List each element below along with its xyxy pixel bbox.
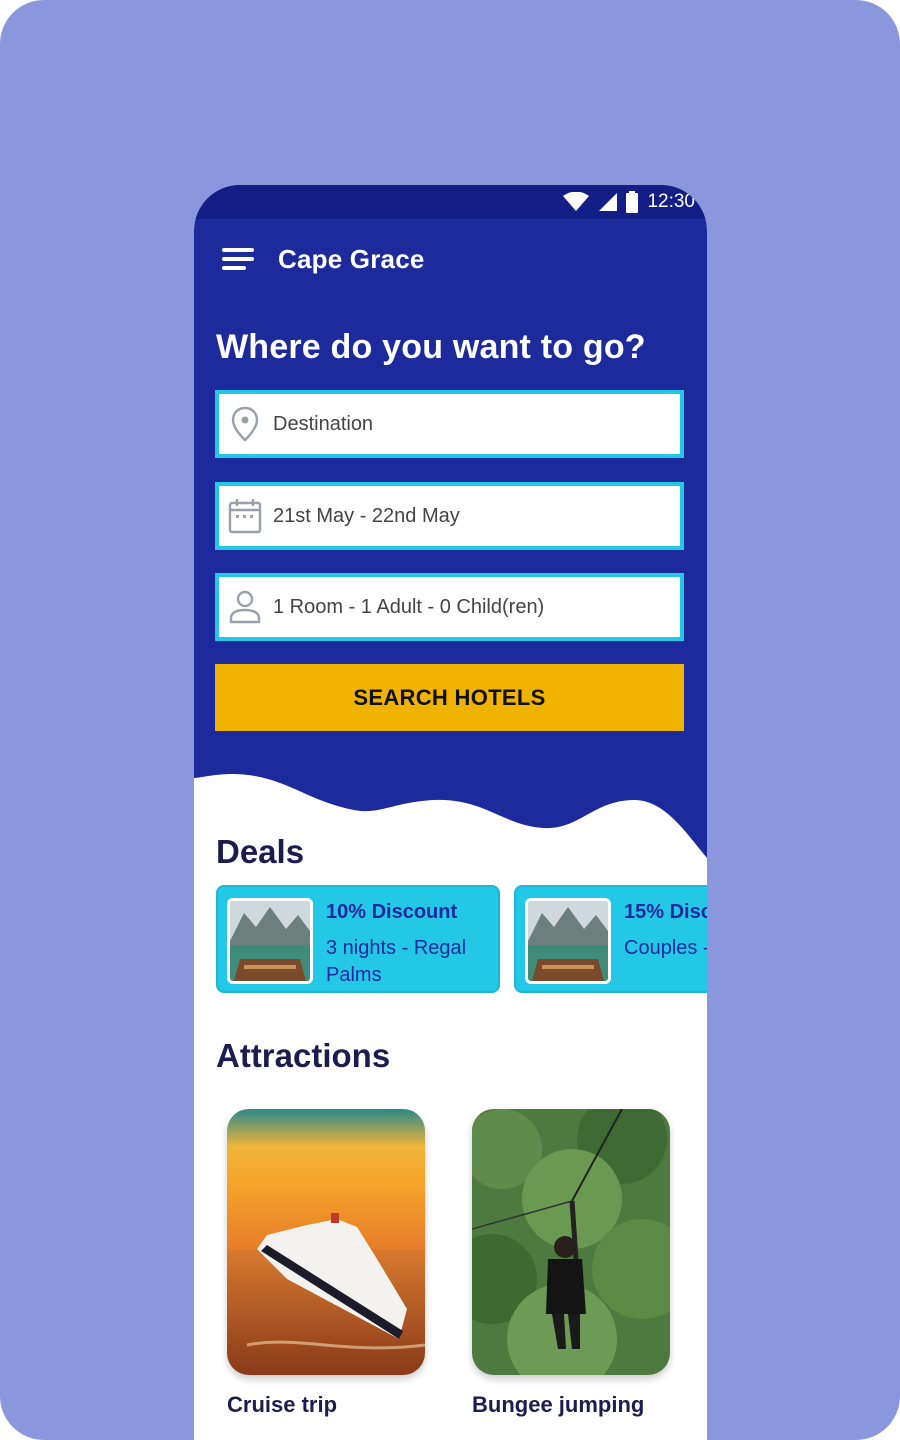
status-time: 12:30	[647, 191, 695, 212]
wifi-icon	[563, 192, 590, 211]
deal-subtitle: 3 nights - Regal Palms	[326, 937, 467, 986]
deal-subtitle: Couples - Scenic	[624, 937, 707, 959]
attraction-label-bungee: Bungee jumping	[472, 1392, 645, 1417]
search-hero: 12:30 Cape Grace Where do you want to go…	[194, 185, 707, 865]
battery-icon	[626, 191, 639, 213]
hamburger-menu-icon[interactable]	[222, 245, 256, 273]
phone-screen: 12:30 Cape Grace Where do you want to go…	[194, 185, 707, 1440]
bungee-jumping-image	[472, 1109, 670, 1375]
status-icons: 12:30	[563, 190, 695, 214]
calendar-icon	[219, 498, 271, 534]
destination-field[interactable]: Destination	[215, 390, 684, 458]
search-headline: Where do you want to go?	[216, 328, 646, 366]
cellular-signal-icon	[599, 193, 618, 211]
attraction-label-cruise: Cruise trip	[227, 1392, 338, 1417]
date-range-value: 21st May - 22nd May	[273, 504, 460, 527]
destination-placeholder: Destination	[273, 412, 374, 435]
date-range-field[interactable]: 21st May - 22nd May	[215, 482, 684, 550]
attraction-card-bungee[interactable]	[472, 1109, 670, 1375]
location-pin-icon	[219, 406, 271, 442]
deal-thumbnail-image	[227, 898, 313, 984]
deal-title: 15% Discount	[624, 901, 707, 923]
person-icon	[219, 589, 271, 625]
search-hotels-button[interactable]: SEARCH HOTELS	[215, 664, 684, 731]
app-bar: Cape Grace	[222, 243, 425, 275]
guests-value: 1 Room - 1 Adult - 0 Child(ren)	[273, 595, 545, 618]
guests-field[interactable]: 1 Room - 1 Adult - 0 Child(ren)	[215, 573, 684, 641]
deals-heading: Deals	[216, 833, 305, 870]
attraction-card-cruise[interactable]	[227, 1109, 425, 1375]
deal-card[interactable]: 10% Discount 3 nights - Regal Palms	[216, 885, 500, 993]
canvas-background: 12:30 Cape Grace Where do you want to go…	[0, 0, 900, 1440]
deal-card[interactable]: 15% Discount Couples - Scenic	[514, 885, 707, 993]
deal-title: 10% Discount	[326, 901, 458, 923]
cruise-ship-image	[227, 1109, 425, 1375]
deals-carousel[interactable]: 10% Discount 3 nights - Regal Palms 15% …	[216, 885, 707, 995]
status-bar: 12:30	[194, 185, 707, 219]
attractions-heading: Attractions	[216, 1037, 391, 1074]
deal-thumbnail-image	[525, 898, 611, 984]
app-title: Cape Grace	[278, 243, 425, 274]
